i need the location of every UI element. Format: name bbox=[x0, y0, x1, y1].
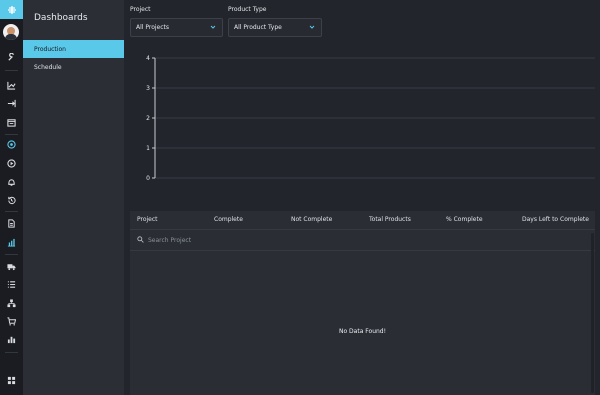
nav-item-production[interactable]: Production bbox=[23, 40, 124, 58]
target-icon[interactable] bbox=[0, 137, 23, 151]
avatar[interactable] bbox=[3, 24, 19, 40]
document-icon[interactable] bbox=[0, 216, 23, 230]
product-type-select-value: All Product Type bbox=[234, 24, 282, 31]
column-header-total-products[interactable]: Total Products bbox=[369, 216, 411, 223]
column-header-project[interactable]: Project bbox=[137, 216, 158, 223]
table-header: Project Complete Not Complete Total Prod… bbox=[130, 211, 595, 230]
line-chart-icon[interactable] bbox=[0, 78, 23, 92]
product-type-filter-label: Product Type bbox=[228, 6, 267, 13]
search-icon bbox=[137, 236, 144, 243]
production-chart: 0 1 2 3 4 bbox=[146, 55, 595, 182]
y-tick-label: 1 bbox=[146, 145, 150, 152]
cart-icon[interactable] bbox=[0, 314, 23, 328]
project-search bbox=[130, 230, 595, 251]
y-tick-label: 0 bbox=[146, 175, 150, 182]
truck-icon[interactable] bbox=[0, 259, 23, 273]
project-filter-label: Project bbox=[130, 6, 151, 13]
sitemap-icon[interactable] bbox=[0, 296, 23, 310]
nav-item-schedule[interactable]: Schedule bbox=[23, 58, 124, 76]
y-tick-label: 2 bbox=[146, 115, 150, 122]
production-table: Project Complete Not Complete Total Prod… bbox=[130, 211, 595, 395]
y-tick-label: 4 bbox=[146, 55, 150, 62]
menu-icon[interactable] bbox=[0, 0, 23, 19]
y-tick-label: 3 bbox=[146, 85, 150, 92]
stats-icon[interactable] bbox=[0, 332, 23, 346]
calendar-icon[interactable] bbox=[0, 115, 23, 129]
table-scrollbar[interactable] bbox=[591, 233, 594, 393]
play-icon[interactable] bbox=[0, 156, 23, 170]
dashboards-nav: Dashboards Production Schedule bbox=[23, 0, 124, 395]
icon-rail bbox=[0, 0, 23, 395]
empty-state-message: No Data Found! bbox=[338, 328, 387, 335]
column-header-complete[interactable]: Complete bbox=[214, 216, 243, 223]
grid-icon[interactable] bbox=[0, 373, 23, 387]
list-icon[interactable] bbox=[0, 277, 23, 291]
column-header-days-left[interactable]: Days Left to Complete bbox=[522, 216, 589, 223]
column-header-percent-complete[interactable]: % Complete bbox=[446, 216, 483, 223]
nav-title: Dashboards bbox=[34, 13, 88, 23]
logout-icon[interactable] bbox=[0, 96, 23, 110]
chevron-down-icon bbox=[210, 25, 216, 29]
wrench-icon[interactable] bbox=[0, 50, 23, 64]
history-icon[interactable] bbox=[0, 193, 23, 207]
project-select[interactable]: All Projects bbox=[130, 18, 223, 37]
product-type-select[interactable]: All Product Type bbox=[228, 18, 322, 37]
chevron-down-icon bbox=[309, 25, 315, 29]
search-input[interactable] bbox=[148, 234, 348, 246]
bar-chart-icon[interactable] bbox=[0, 235, 23, 249]
bell-icon[interactable] bbox=[0, 175, 23, 189]
column-header-not-complete[interactable]: Not Complete bbox=[291, 216, 332, 223]
project-select-value: All Projects bbox=[136, 24, 169, 31]
